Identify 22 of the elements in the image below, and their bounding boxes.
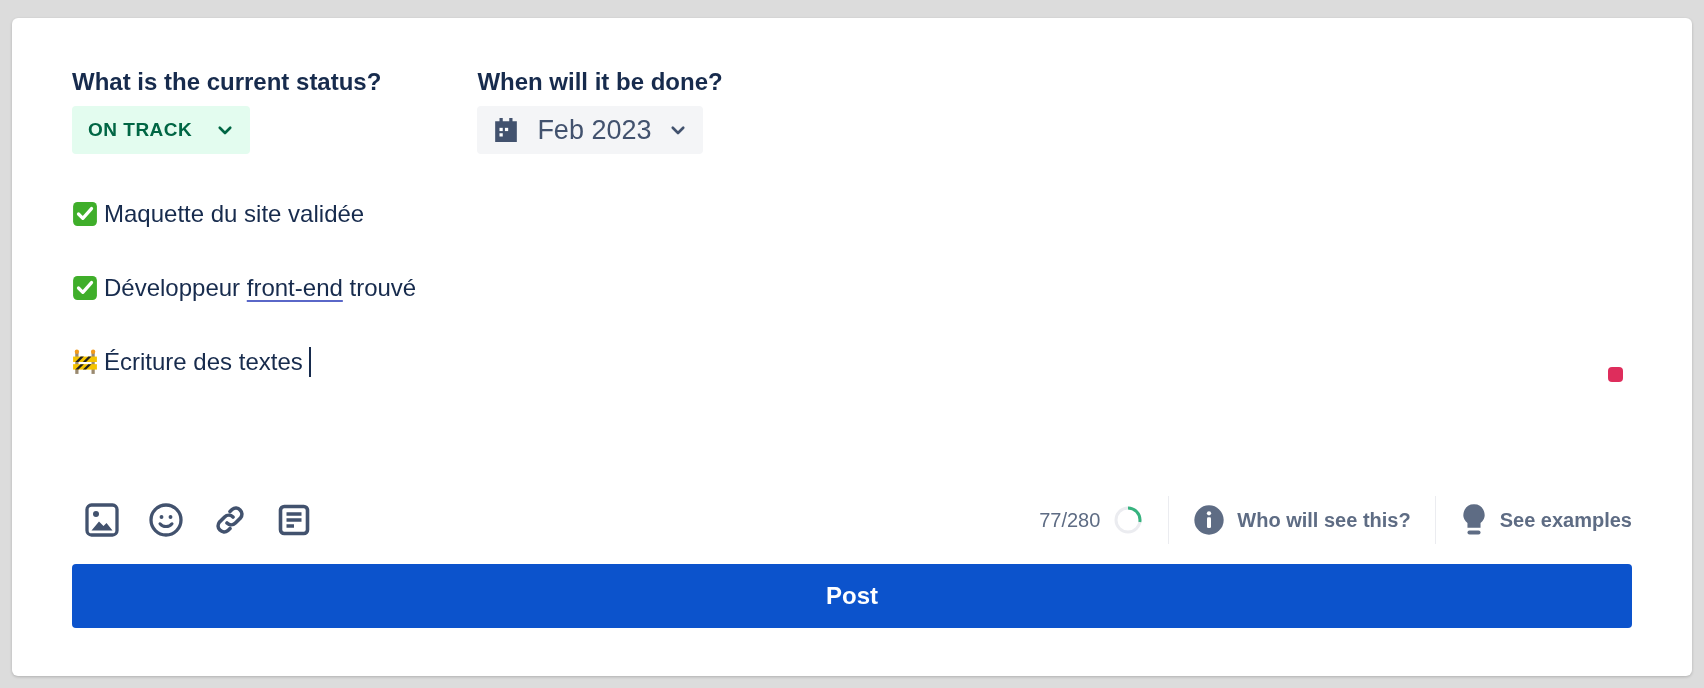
examples-link[interactable]: See examples xyxy=(1459,503,1632,537)
due-question: When will it be done? xyxy=(477,68,723,96)
document-tool-button[interactable] xyxy=(276,502,312,538)
checkbox-icon xyxy=(72,200,98,227)
barrier-icon xyxy=(72,348,98,375)
post-button[interactable]: Post xyxy=(72,564,1632,628)
update-line: Développeur front-end trouvé xyxy=(104,273,417,302)
update-line: Maquette du site validée xyxy=(104,199,365,228)
status-dropdown[interactable]: ON TRACK xyxy=(72,106,251,154)
smiley-icon xyxy=(148,502,184,538)
emoji-tool-button[interactable] xyxy=(148,502,184,538)
update-line: Écriture des textes xyxy=(104,347,303,376)
image-icon xyxy=(84,502,120,538)
info-icon xyxy=(1193,504,1226,536)
image-tool-button[interactable] xyxy=(84,502,120,538)
status-question: What is the current status? xyxy=(72,68,382,96)
calendar-icon xyxy=(493,117,520,143)
document-icon xyxy=(276,502,312,538)
checkbox-icon xyxy=(72,274,98,301)
visibility-link[interactable]: Who will see this? xyxy=(1193,504,1411,536)
date-dropdown[interactable]: Feb 2023 xyxy=(477,106,704,154)
character-count: 77/280 xyxy=(1039,508,1101,532)
